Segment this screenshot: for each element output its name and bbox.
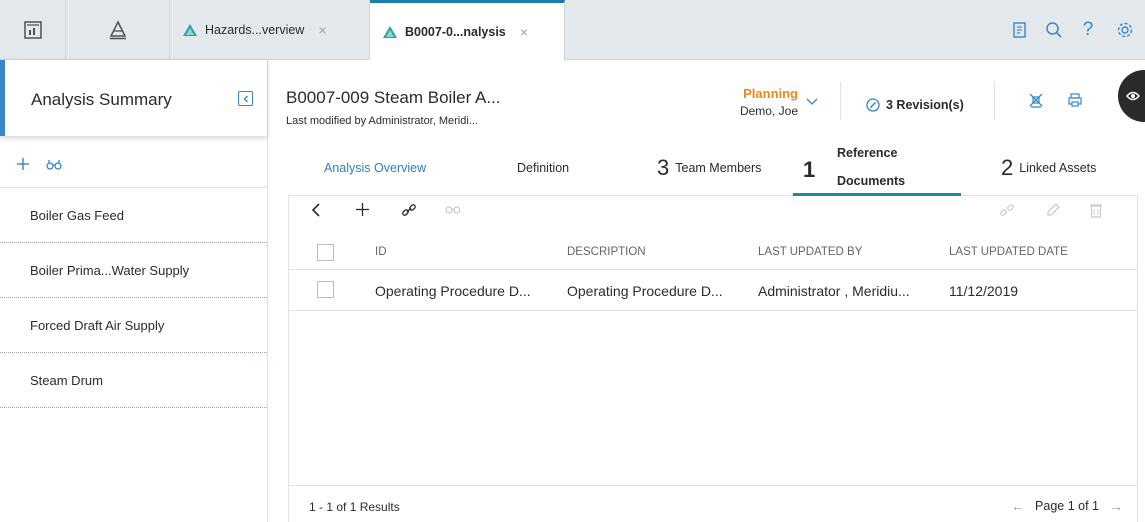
column-header[interactable]: LAST UPDATED DATE <box>949 246 1068 258</box>
cell-updated-date: 11/12/2019 <box>949 283 1019 299</box>
status-user: Demo, Joe <box>739 104 798 118</box>
select-all-checkbox[interactable] <box>317 244 334 261</box>
record-header: B0007-009 Steam Boiler A... Last modifie… <box>268 60 1145 135</box>
dashboard-tab[interactable] <box>0 0 66 60</box>
next-page-icon[interactable]: → <box>1109 498 1123 514</box>
tab-reference-documents[interactable]: 1 Reference Documents <box>793 140 961 196</box>
link-icon[interactable] <box>401 202 417 218</box>
list-item[interactable]: Forced Draft Air Supply <box>0 298 267 353</box>
cell-description: Operating Procedure D... <box>567 283 723 299</box>
tab-label: Analysis Overview <box>324 161 427 175</box>
cell-updated-by: Administrator , Meridiu... <box>758 283 910 299</box>
tab-team-members[interactable]: 3 Team Members <box>657 140 761 196</box>
grid-toolbar <box>289 196 1137 230</box>
list-item[interactable]: Boiler Prima...Water Supply <box>0 243 267 298</box>
tab-label: Hazards...verview <box>205 23 305 37</box>
collapse-icon[interactable] <box>238 91 253 106</box>
divider <box>994 82 995 120</box>
column-header[interactable]: DESCRIPTION <box>567 246 646 258</box>
triangle-icon <box>383 26 397 38</box>
tab-label: Documents <box>837 174 906 188</box>
triangle-icon <box>183 24 197 36</box>
tab-hazards-overview[interactable]: Hazards...verview × <box>170 0 370 60</box>
record-subtitle: Last modified by Administrator, Meridi..… <box>286 115 478 127</box>
add-icon[interactable] <box>355 202 370 217</box>
close-icon[interactable]: × <box>318 22 326 38</box>
revision-icon <box>866 98 880 112</box>
status-badge: Planning <box>743 86 798 101</box>
edit-icon <box>1045 202 1061 218</box>
back-icon[interactable] <box>311 202 321 218</box>
table-row[interactable]: Operating Procedure D... Operating Proce… <box>289 271 1137 311</box>
tab-count: 1 <box>803 157 816 182</box>
tab-count: 2 <box>1001 155 1014 180</box>
print-icon[interactable] <box>1067 92 1083 111</box>
list-item-label: Forced Draft Air Supply <box>30 317 165 333</box>
reference-documents-grid: ID DESCRIPTION LAST UPDATED BY LAST UPDA… <box>288 196 1138 522</box>
list-item-label: Boiler Gas Feed <box>30 207 124 223</box>
prev-page-icon[interactable]: ← <box>1011 498 1025 514</box>
help-icon[interactable]: ? <box>1071 19 1105 41</box>
hazards-icon <box>109 20 126 40</box>
cell-id[interactable]: Operating Procedure D... <box>375 283 531 299</box>
global-toolbar: ? <box>1003 0 1145 60</box>
tab-count: 3 <box>657 155 670 180</box>
record-title: B0007-009 Steam Boiler A... <box>286 88 501 107</box>
list-item[interactable]: Boiler Gas Feed <box>0 188 267 243</box>
column-header[interactable]: LAST UPDATED BY <box>758 246 862 258</box>
panel-toolbar <box>0 144 267 188</box>
tab-label: Reference <box>837 146 898 160</box>
network-icon[interactable] <box>1028 92 1044 111</box>
panel-title: Analysis Summary <box>31 90 172 109</box>
tab-label: B0007-0...nalysis <box>405 25 506 39</box>
results-count: 1 - 1 of 1 Results <box>309 500 400 514</box>
pager: ← Page 1 of 1 → <box>1011 498 1123 514</box>
column-header[interactable]: ID <box>375 246 387 258</box>
tab-label: Linked Assets <box>1019 161 1097 175</box>
list-item[interactable]: Steam Drum <box>0 353 267 408</box>
tab-label: Definition <box>517 161 570 175</box>
row-checkbox[interactable] <box>317 281 334 298</box>
chevron-down-icon[interactable] <box>806 94 818 109</box>
list-item-label: Steam Drum <box>30 372 103 388</box>
divider <box>840 82 841 120</box>
tab-linked-assets[interactable]: 2 Linked Assets <box>1001 140 1096 196</box>
binoculars-icon <box>445 202 461 214</box>
settings-icon[interactable] <box>1105 21 1145 39</box>
unlink-icon <box>999 202 1015 218</box>
report-icon[interactable] <box>1003 21 1037 39</box>
eye-icon <box>1126 91 1140 101</box>
top-tab-bar: Hazards...verview × B0007-0...nalysis × … <box>0 0 1145 61</box>
analysis-summary-panel: Analysis Summary Boiler Gas Feed Boiler … <box>0 60 268 522</box>
page-indicator: Page 1 of 1 <box>1035 499 1099 513</box>
tab-b0007-analysis[interactable]: B0007-0...nalysis × <box>370 0 565 61</box>
tab-analysis-overview[interactable]: Analysis Overview <box>324 140 426 196</box>
delete-icon <box>1089 202 1103 218</box>
binoculars-icon[interactable] <box>46 158 62 173</box>
grid-footer: 1 - 1 of 1 Results ← Page 1 of 1 → <box>289 485 1137 522</box>
tab-label: Team Members <box>675 161 762 175</box>
status-block[interactable]: Planning Demo, Joe <box>708 86 798 118</box>
summary-header: Analysis Summary <box>0 60 267 136</box>
revisions-button[interactable]: 3 Revision(s) <box>866 98 964 112</box>
add-icon[interactable] <box>16 157 30 174</box>
dashboard-icon <box>23 21 42 39</box>
search-icon[interactable] <box>1037 21 1071 39</box>
grid-header: ID DESCRIPTION LAST UPDATED BY LAST UPDA… <box>289 236 1137 270</box>
list-item-label: Boiler Prima...Water Supply <box>30 262 190 278</box>
hazards-home-tab[interactable] <box>66 0 170 60</box>
revisions-label: 3 Revision(s) <box>886 98 964 112</box>
node-list: Boiler Gas Feed Boiler Prima...Water Sup… <box>0 188 267 408</box>
tab-definition[interactable]: Definition <box>517 140 569 196</box>
close-icon[interactable]: × <box>520 24 528 40</box>
record-subtabs: Analysis Overview Definition 3 Team Memb… <box>288 140 1138 196</box>
